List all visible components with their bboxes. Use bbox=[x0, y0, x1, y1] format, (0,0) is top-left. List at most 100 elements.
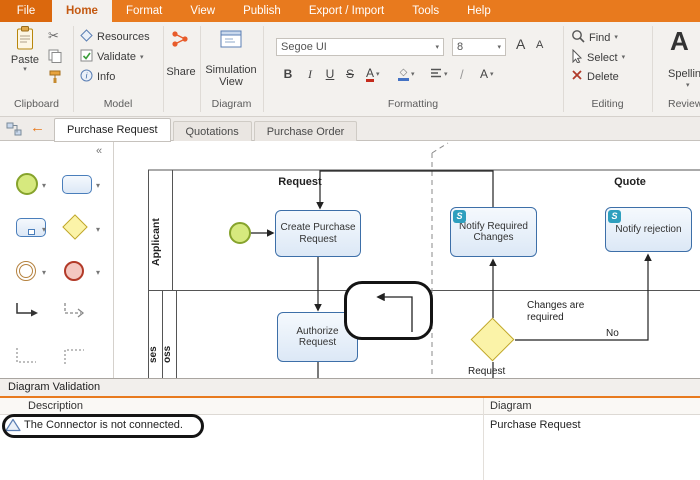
lane-label-applicant: Applicant bbox=[150, 195, 170, 290]
font-size-combo[interactable]: 8 ▾ bbox=[452, 38, 506, 56]
back-arrow-icon[interactable]: ← bbox=[30, 119, 45, 136]
ribbon-tab-view[interactable]: View bbox=[176, 0, 229, 22]
alignment-icon bbox=[430, 68, 442, 81]
find-button[interactable]: Find ▾ bbox=[571, 29, 618, 46]
info-button[interactable]: i Info bbox=[80, 69, 115, 85]
simulation-view-label-line1: Simulation bbox=[197, 64, 265, 76]
share-button-label: Share bbox=[161, 66, 201, 78]
end-event-icon bbox=[64, 261, 84, 281]
intermediate-event-caret-icon[interactable]: ▾ bbox=[42, 268, 46, 277]
palette-message-flow[interactable] bbox=[62, 301, 90, 326]
palette-intermediate-event[interactable] bbox=[16, 261, 36, 281]
validate-dropdown-caret-icon[interactable]: ▾ bbox=[140, 54, 144, 61]
shape-palette: « ▾ ▾ ▾ ▾ ▾ ▾ bbox=[0, 141, 114, 378]
italic-button[interactable]: I bbox=[300, 64, 320, 84]
palette-end-event[interactable] bbox=[64, 261, 84, 281]
spelling-letter-icon: A bbox=[670, 26, 689, 57]
task-notify-required-changes[interactable]: S Notify Required Changes bbox=[450, 207, 537, 257]
grow-font-button[interactable]: A bbox=[516, 36, 525, 52]
phase-header-quote: Quote bbox=[590, 176, 670, 188]
diagram-canvas[interactable]: Request Quote Applicant ses oss Create P… bbox=[114, 141, 700, 378]
end-event-caret-icon[interactable]: ▾ bbox=[96, 268, 100, 277]
font-color-icon: A bbox=[366, 67, 374, 82]
paste-dropdown-caret-icon[interactable]: ▾ bbox=[23, 66, 27, 73]
group-label-editing: Editing bbox=[563, 98, 652, 110]
ribbon-tab-help[interactable]: Help bbox=[453, 0, 505, 22]
application-window: File Home Format View Publish Export / I… bbox=[0, 0, 700, 480]
annotation-highlight-validation bbox=[2, 414, 204, 438]
fill-color-button[interactable]: ◇ ▾ bbox=[398, 64, 415, 84]
line-style-button[interactable]: / bbox=[460, 64, 464, 84]
group-label-clipboard: Clipboard bbox=[0, 98, 73, 110]
fill-color-icon: ◇ bbox=[398, 68, 409, 81]
delete-button[interactable]: Delete bbox=[571, 69, 619, 84]
format-painter-icon bbox=[48, 75, 62, 87]
column-separator bbox=[483, 398, 484, 480]
ribbon-tab-format[interactable]: Format bbox=[112, 0, 176, 22]
palette-task[interactable] bbox=[62, 175, 92, 194]
select-button[interactable]: Select ▾ bbox=[571, 49, 625, 66]
ribbon-tab-tools[interactable]: Tools bbox=[398, 0, 453, 22]
task-create-purchase-request[interactable]: Create Purchase Request bbox=[275, 210, 361, 257]
share-button[interactable] bbox=[171, 30, 189, 51]
validate-button[interactable]: Validate ▾ bbox=[80, 49, 143, 65]
ribbon-tab-publish[interactable]: Publish bbox=[229, 0, 295, 22]
gateway-icon bbox=[62, 214, 87, 239]
flow-label-request: Request bbox=[468, 366, 518, 378]
strikethrough-button[interactable]: S bbox=[340, 64, 360, 84]
text-case-button[interactable]: A ▾ bbox=[480, 64, 494, 84]
group-divider bbox=[652, 26, 653, 112]
find-caret-icon: ▾ bbox=[614, 34, 618, 41]
column-header-diagram: Diagram bbox=[490, 400, 532, 412]
line-style-icon: / bbox=[460, 67, 464, 82]
underline-button[interactable]: U bbox=[320, 64, 340, 84]
resources-button[interactable]: Resources bbox=[80, 29, 150, 45]
palette-start-event[interactable] bbox=[16, 173, 38, 195]
start-event-node[interactable] bbox=[229, 222, 251, 244]
font-family-caret-icon: ▾ bbox=[435, 44, 439, 51]
subprocess-caret-icon[interactable]: ▾ bbox=[42, 225, 46, 234]
ribbon: Paste ▾ ✂ Resources Validate ▾ i bbox=[0, 22, 700, 117]
cut-button[interactable]: ✂ bbox=[48, 28, 59, 44]
tab-purchase-order[interactable]: Purchase Order bbox=[254, 121, 358, 141]
flow-label-no: No bbox=[606, 328, 636, 340]
simulation-view-button[interactable] bbox=[220, 30, 242, 51]
column-header-description: Description bbox=[28, 400, 83, 412]
diagram-tab-bar: ← Purchase Request Quotations Purchase O… bbox=[0, 117, 700, 141]
select-caret-icon: ▾ bbox=[622, 54, 626, 61]
collapse-palette-icon[interactable]: « bbox=[96, 145, 102, 157]
task-notify-rejection[interactable]: S Notify rejection bbox=[605, 207, 692, 252]
copy-icon bbox=[48, 54, 62, 66]
simulation-view-icon bbox=[220, 39, 242, 51]
palette-gateway[interactable] bbox=[66, 218, 84, 236]
ribbon-tab-home[interactable]: Home bbox=[52, 0, 112, 22]
ribbon-tab-export-import[interactable]: Export / Import bbox=[295, 0, 398, 22]
task-icon bbox=[62, 175, 92, 194]
spelling-caret-icon: ▾ bbox=[686, 82, 690, 89]
font-family-combo[interactable]: Segoe UI ▾ bbox=[276, 38, 444, 56]
tab-purchase-request[interactable]: Purchase Request bbox=[54, 118, 171, 142]
task-caret-icon[interactable]: ▾ bbox=[96, 181, 100, 190]
simulation-view-label-line2: View bbox=[197, 76, 265, 88]
file-menu-tab[interactable]: File bbox=[0, 0, 52, 22]
palette-data-association[interactable] bbox=[62, 346, 90, 375]
lane-label-partial-1: ses bbox=[148, 331, 161, 378]
bold-button[interactable]: B bbox=[278, 64, 298, 84]
alignment-button[interactable]: ▾ bbox=[430, 64, 448, 84]
paste-button[interactable]: Paste ▾ bbox=[6, 25, 44, 73]
format-painter-button[interactable] bbox=[48, 70, 62, 87]
spelling-button[interactable]: Spelling bbox=[668, 68, 700, 80]
unconnected-connector[interactable] bbox=[347, 284, 430, 337]
palette-association[interactable] bbox=[14, 346, 42, 375]
font-color-button[interactable]: A ▾ bbox=[366, 64, 380, 84]
shrink-font-button[interactable]: A bbox=[536, 39, 543, 51]
resources-icon bbox=[80, 29, 93, 45]
start-event-caret-icon[interactable]: ▾ bbox=[42, 181, 46, 190]
diagram-navigator-button[interactable] bbox=[6, 122, 22, 139]
palette-sequence-flow[interactable] bbox=[14, 301, 42, 326]
gateway-caret-icon[interactable]: ▾ bbox=[96, 225, 100, 234]
validation-header-row: Description Diagram bbox=[0, 398, 700, 415]
copy-button[interactable] bbox=[48, 49, 62, 66]
tab-quotations[interactable]: Quotations bbox=[173, 121, 252, 141]
svg-text:i: i bbox=[86, 72, 88, 81]
